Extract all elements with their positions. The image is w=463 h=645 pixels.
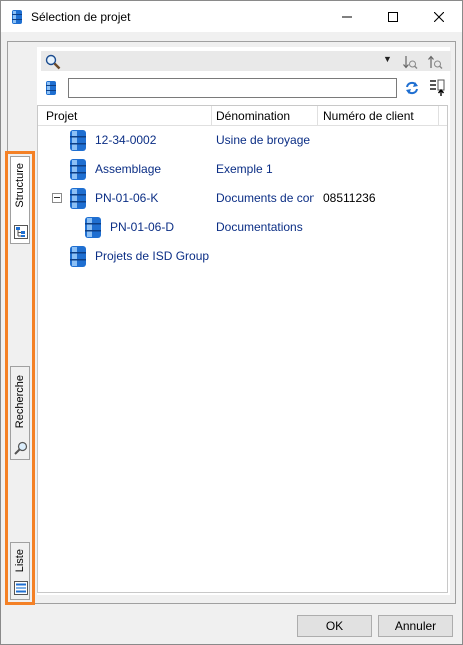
search-mode-dropdown[interactable]: ▼ — [383, 54, 392, 64]
row-denomination: Documentations — [216, 220, 303, 234]
tab-recherche-label: Recherche — [14, 375, 26, 429]
sort-ascending-icon[interactable] — [427, 54, 443, 70]
project-tree-grid: Projet Dénomination Numéro de client 12-… — [37, 105, 448, 593]
minimize-icon — [342, 16, 352, 17]
tree-structure-icon — [14, 225, 28, 239]
column-chooser-icon[interactable] — [429, 79, 445, 97]
row-projet: Assemblage — [95, 162, 162, 176]
column-separator[interactable] — [211, 106, 212, 126]
title-bar[interactable]: Sélection de projet — [1, 1, 462, 32]
search-toolbar: ▼ — [41, 51, 451, 71]
maximize-button[interactable] — [370, 1, 416, 32]
minimize-button[interactable] — [324, 1, 370, 32]
ok-button[interactable]: OK — [297, 615, 372, 637]
column-header-client[interactable]: Numéro de client — [323, 109, 414, 123]
tab-liste-label: Liste — [14, 549, 26, 573]
row-denomination: Documents de constr — [216, 191, 314, 205]
column-separator[interactable] — [438, 106, 439, 126]
project-database-icon — [46, 81, 56, 95]
collapse-toggle[interactable] — [52, 193, 62, 203]
filter-toolbar — [41, 75, 451, 101]
column-separator[interactable] — [317, 106, 318, 126]
project-database-icon — [70, 246, 86, 267]
tree-row[interactable]: Assemblage Exemple 1 — [38, 155, 447, 184]
project-database-icon — [70, 130, 86, 151]
magnifier-icon[interactable] — [45, 54, 61, 70]
project-selection-dialog: Sélection de projet Structure Recherche … — [0, 0, 463, 645]
tree-row[interactable]: PN-01-06-K Documents de constr 08511236 — [38, 184, 447, 213]
window-title: Sélection de projet — [31, 10, 131, 24]
project-filter-input[interactable] — [68, 78, 397, 98]
project-database-icon — [12, 10, 22, 24]
row-client: 08511236 — [323, 191, 376, 205]
dialog-footer: OK Annuler — [1, 610, 462, 644]
row-projet: Projets de ISD Group — [95, 249, 210, 263]
column-header-denomination[interactable]: Dénomination — [216, 109, 290, 123]
project-browser-panel: ▼ Projet Dénomination Numéro de client 1… — [37, 47, 451, 595]
tab-recherche[interactable]: Recherche — [10, 366, 30, 460]
refresh-icon[interactable] — [404, 80, 420, 96]
cancel-button[interactable]: Annuler — [378, 615, 453, 637]
search-icon — [14, 441, 28, 455]
list-icon — [14, 581, 28, 595]
tree-row[interactable]: Projets de ISD Group — [38, 242, 447, 271]
row-projet: PN-01-06-K — [95, 191, 159, 205]
project-database-icon — [70, 188, 86, 209]
row-projet: PN-01-06-D — [110, 220, 175, 234]
tree-row[interactable]: 12-34-0002 Usine de broyage — [38, 126, 447, 155]
row-projet: 12-34-0002 — [95, 133, 157, 147]
tab-liste[interactable]: Liste — [10, 542, 30, 600]
close-button[interactable] — [416, 1, 462, 32]
column-header-projet[interactable]: Projet — [46, 109, 77, 123]
grid-header: Projet Dénomination Numéro de client — [38, 106, 447, 126]
maximize-icon — [388, 11, 398, 22]
tab-structure-label: Structure — [14, 163, 26, 208]
close-icon — [434, 11, 444, 22]
sort-descending-icon[interactable] — [402, 54, 418, 70]
side-tab-strip: Structure Recherche Liste — [5, 151, 35, 605]
project-database-icon — [70, 159, 86, 180]
tab-structure[interactable]: Structure — [10, 156, 30, 244]
tree-row[interactable]: PN-01-06-D Documentations — [38, 213, 447, 242]
row-denomination: Exemple 1 — [216, 162, 273, 176]
row-denomination: Usine de broyage — [216, 133, 311, 147]
project-database-icon — [85, 217, 101, 238]
